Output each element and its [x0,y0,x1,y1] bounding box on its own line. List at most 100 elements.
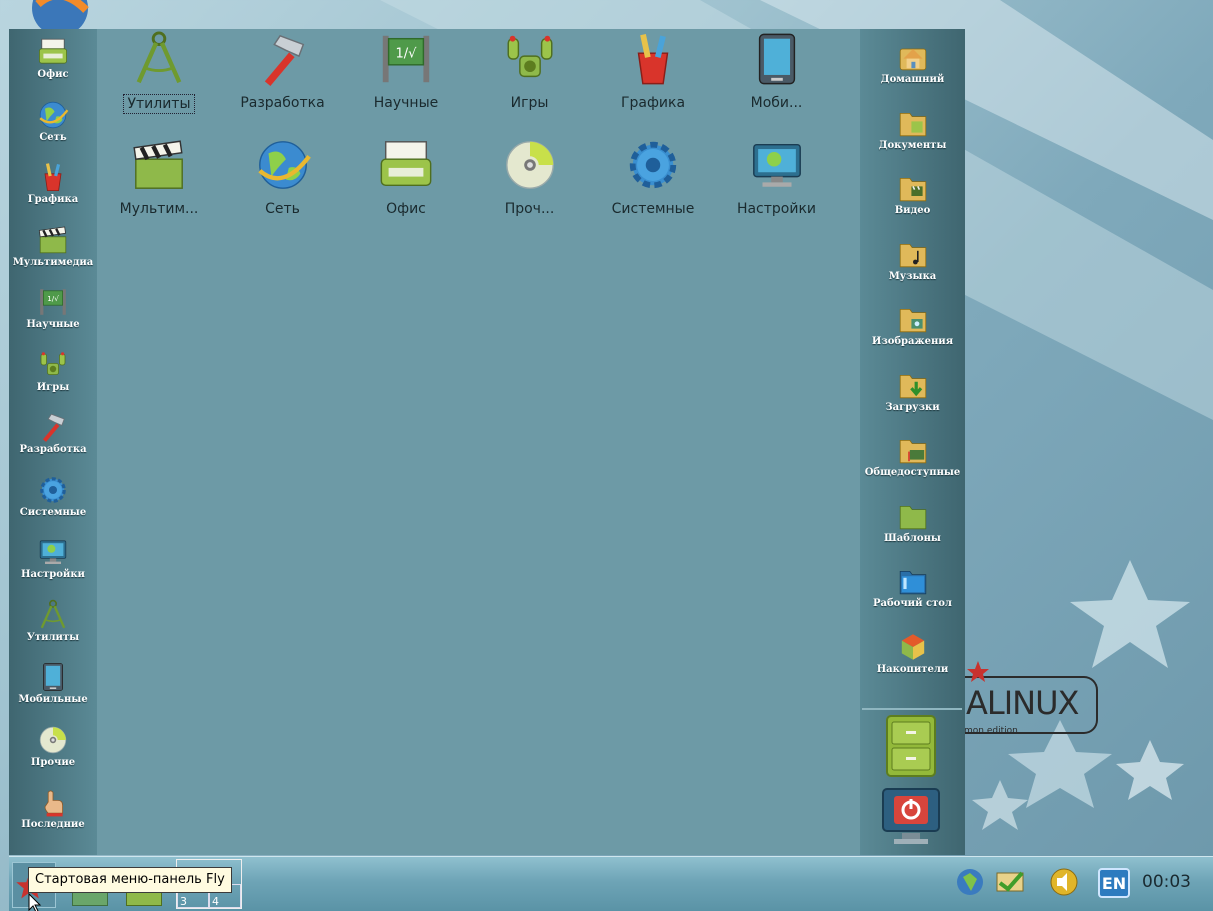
places-sidebar-item[interactable]: Документы [860,106,965,151]
category-sidebar-item-label: Графика [27,194,79,205]
cd-icon [35,723,71,757]
category-sidebar-item-label: Сеть [39,131,67,143]
templates-folder-icon [895,499,931,533]
places-sidebar-item-label: Накопители [876,663,949,675]
video-folder-icon [895,171,931,205]
globe-icon [35,98,71,132]
category-sidebar-item[interactable]: Настройки [9,535,97,580]
category-grid-item[interactable]: Игры [472,30,588,112]
svg-text:1/√: 1/√ [395,47,417,62]
category-grid-item-label: Настройки [736,201,817,217]
places-sidebar-item[interactable]: Домашний [860,40,965,85]
drives-icon [895,630,931,664]
keyboard-layout-indicator[interactable]: EN [1098,868,1130,898]
category-grid-item[interactable]: Настройки [719,136,835,218]
pointing-hand-icon [35,785,71,819]
category-sidebar-item[interactable]: Разработка [9,410,97,455]
chalkboard-icon: 1/√ [375,30,437,88]
monitor-settings-icon [746,136,808,194]
network-tray-icon[interactable] [954,866,986,898]
tablet-icon [35,660,71,694]
brand-subtitle: mon edition [964,726,1018,736]
places-sidebar-item[interactable]: Изображения [860,302,965,347]
category-sidebar-item-label: Системные [19,506,87,518]
paint-brushes-icon [35,160,71,194]
category-grid-item[interactable]: Мультим... [101,136,217,218]
category-sidebar-item[interactable]: Офис [9,35,97,80]
category-sidebar-item[interactable]: Мультимедиа [9,223,97,268]
places-sidebar-item[interactable]: Видео [860,171,965,216]
category-sidebar-item-label: Прочие [30,756,76,768]
clock[interactable]: 00:03 [1142,872,1191,892]
category-sidebar-item[interactable]: Мобильные [9,660,97,705]
tablet-icon [746,30,808,88]
joystick-icon [35,348,71,382]
category-grid-item[interactable]: Моби... [719,30,835,112]
brand-star-icon [967,661,989,682]
places-sidebar-item-label: Рабочий стол [873,598,952,609]
public-folder-icon [895,433,931,467]
music-folder-icon [895,237,931,271]
category-grid-item-label: Игры [510,95,549,111]
start-menu-tooltip: Стартовая меню-панель Fly [28,867,232,893]
places-divider [862,708,962,710]
paint-brushes-icon [622,30,684,88]
places-sidebar-item-label: Видео [894,205,931,216]
compass-icon [128,30,190,88]
places-sidebar-item[interactable]: Музыка [860,237,965,282]
category-grid-item-label: Проч... [504,201,555,217]
category-sidebar-item[interactable]: Прочие [9,723,97,768]
category-grid-item-label: Разработка [240,95,325,111]
chalkboard-icon: 1/√ [35,285,71,319]
category-grid-item[interactable]: Графика [595,30,711,112]
gear-icon [35,473,71,507]
home-folder-icon [895,40,931,74]
monitor-settings-icon [35,535,71,569]
places-sidebar-item-label: Музыка [888,270,937,282]
category-sidebar-item-label: Утилиты [26,631,80,643]
places-sidebar-item-label: Шаблоны [884,532,941,544]
places-sidebar-item[interactable]: Загрузки [860,368,965,413]
places-sidebar-item[interactable]: Накопители [860,630,965,675]
category-sidebar-item[interactable]: Игры [9,348,97,393]
svg-text:1/√: 1/√ [47,294,59,303]
category-grid-item-label: Графика [620,95,686,111]
category-sidebar-item[interactable]: Последние [9,785,97,830]
places-sidebar-item[interactable]: Шаблоны [860,499,965,544]
category-sidebar-item-label: Мобильные [18,694,88,705]
category-grid-item[interactable]: Офис [348,136,464,218]
globe-icon [252,136,314,194]
category-grid-item[interactable]: Утилиты [101,30,217,114]
brand-logo-text: ALINUX [966,684,1079,722]
places-sidebar-item-label: Общедоступные [864,467,961,478]
category-sidebar-item-label: Последние [21,819,85,830]
category-grid-item[interactable]: Системные [595,136,711,218]
places-sidebar-item-label: Документы [878,139,947,151]
file-manager-button[interactable] [884,714,938,778]
filing-cabinet-icon [886,715,936,777]
category-sidebar-item[interactable]: 1/√ Научные [9,285,97,330]
category-grid-item-label: Моби... [750,95,803,111]
places-sidebar-item-label: Домашний [880,74,945,85]
typewriter-icon [375,136,437,194]
places-sidebar-item[interactable]: Рабочий стол [860,564,965,609]
shutdown-button[interactable] [880,786,942,848]
downloads-folder-icon [895,368,931,402]
category-sidebar-item[interactable]: Сеть [9,98,97,143]
category-sidebar-item-label: Научные [26,319,80,330]
category-sidebar-item[interactable]: Графика [9,160,97,205]
places-sidebar-item[interactable]: Общедоступные [860,433,965,478]
places-sidebar-item-label: Изображения [871,336,954,347]
power-icon [882,788,940,844]
category-sidebar-item[interactable]: Системные [9,473,97,518]
category-grid-item[interactable]: 1/√ Научные [348,30,464,112]
category-grid-item[interactable]: Разработка [225,30,341,112]
category-grid-item-label: Сеть [265,201,300,217]
hammer-icon [252,30,314,88]
category-sidebar-item[interactable]: Утилиты [9,598,97,643]
volume-tray-icon[interactable] [1048,866,1080,898]
category-grid-item[interactable]: Сеть [225,136,341,218]
category-grid-item[interactable]: Проч... [472,136,588,218]
compass-icon [35,598,71,632]
updates-tray-icon[interactable] [994,866,1026,898]
